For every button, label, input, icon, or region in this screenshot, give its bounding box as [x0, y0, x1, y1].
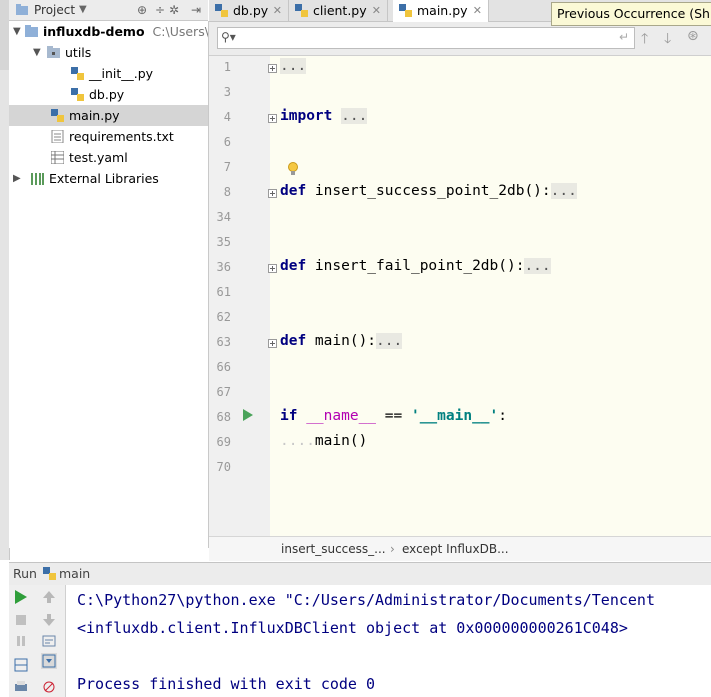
chevron-down-icon[interactable]: ▼: [13, 21, 23, 42]
code-editor[interactable]: [270, 56, 711, 536]
project-tool-tab[interactable]: [0, 0, 9, 70]
clear-icon[interactable]: [41, 679, 57, 695]
search-icon[interactable]: ⚲▾: [221, 30, 236, 44]
breadcrumb-separator: ›: [390, 542, 395, 556]
console-line: <influxdb.client.InfluxDBClient object a…: [77, 619, 628, 637]
close-icon[interactable]: ✕: [372, 0, 381, 21]
find-all-icon[interactable]: ⊛: [687, 28, 699, 44]
structure-tool-tab[interactable]: [0, 90, 9, 160]
project-tree: ▼ influxdb-demo C:\Users\A ▼ utils __init…: [9, 21, 209, 548]
print-icon[interactable]: [13, 679, 29, 695]
previous-occurrence-icon[interactable]: 🡑: [641, 28, 648, 52]
search-box: ⚲▾ ↵: [217, 27, 635, 49]
python-file-icon: [51, 109, 64, 122]
project-path: C:\Users\A: [152, 24, 208, 39]
rerun-icon[interactable]: [13, 589, 29, 605]
tree-item-influxdb-demo[interactable]: ▼ influxdb-demo C:\Users\A: [9, 21, 208, 42]
tab-label: db.py: [233, 3, 269, 18]
editor-gutter: [209, 56, 270, 536]
close-icon[interactable]: ✕: [273, 0, 282, 21]
chevron-down-icon[interactable]: ▼: [79, 4, 87, 15]
hide-icon[interactable]: ⇥: [191, 3, 201, 17]
library-icon: [31, 173, 44, 185]
tab-main-py[interactable]: main.py ✕: [393, 0, 489, 22]
python-file-icon: [43, 567, 56, 580]
newline-icon[interactable]: ↵: [619, 30, 629, 44]
soft-wrap-icon[interactable]: [41, 633, 57, 649]
tab-client-py[interactable]: client.py ✕: [289, 0, 388, 21]
breadcrumb: insert_success_... › except InfluxDB...: [209, 536, 711, 561]
tree-item-label: db.py: [89, 87, 125, 102]
tab-label: main.py: [417, 3, 468, 18]
tree-item-label: test.yaml: [69, 150, 128, 165]
text-file-icon: [51, 130, 64, 143]
find-bar: ⚲▾ ↵ 🡑 🡓 ⊛: [209, 22, 711, 56]
gear-icon[interactable]: ✲: [169, 3, 179, 17]
run-console-output[interactable]: C:\Python27\python.exe "C:/Users/Adminis…: [66, 585, 711, 697]
tree-item-init-py[interactable]: __init__.py: [9, 63, 208, 84]
python-file-icon: [295, 4, 308, 17]
python-file-icon: [71, 88, 84, 101]
tree-item-label: requirements.txt: [69, 129, 174, 144]
run-toolbar: [9, 585, 66, 697]
run-gutter-icon[interactable]: [243, 409, 253, 421]
tree-item-db-py[interactable]: db.py: [9, 84, 208, 105]
stop-icon[interactable]: [13, 612, 29, 628]
tree-item-external-libraries[interactable]: ▶ External Libraries: [9, 168, 208, 189]
up-arrow-icon[interactable]: [41, 589, 57, 605]
folder-icon: [25, 25, 38, 37]
python-file-icon: [215, 4, 228, 17]
chevron-right-icon[interactable]: ▶: [13, 168, 23, 189]
python-file-icon: [71, 67, 84, 80]
pause-icon[interactable]: [13, 633, 29, 649]
close-icon[interactable]: ✕: [473, 0, 482, 21]
tree-item-utils[interactable]: ▼ utils: [9, 42, 208, 63]
breadcrumb-item[interactable]: except InfluxDB...: [402, 542, 509, 556]
console-line: C:\Python27\python.exe "C:/Users/Adminis…: [77, 591, 655, 609]
next-occurrence-icon[interactable]: 🡓: [664, 28, 671, 52]
tree-item-label: __init__.py: [89, 66, 154, 81]
chevron-down-icon[interactable]: ▼: [33, 42, 43, 63]
tab-label: client.py: [313, 3, 367, 18]
folder-icon: [16, 4, 28, 15]
project-panel-header: Project ▼ ⊕ ÷ ✲ ⇥: [9, 0, 208, 21]
tab-db-py[interactable]: db.py ✕: [209, 0, 289, 21]
tree-item-label: utils: [65, 45, 92, 60]
console-line: Process finished with exit code 0: [77, 675, 376, 693]
breadcrumb-item[interactable]: insert_success_...: [281, 542, 386, 556]
package-folder-icon: [47, 46, 60, 58]
tree-item-label: External Libraries: [49, 171, 159, 186]
sync-icon[interactable]: ⊕: [137, 3, 147, 17]
tree-item-requirements-txt[interactable]: requirements.txt: [9, 126, 208, 147]
python-file-icon: [399, 4, 412, 17]
run-panel-header: Run main: [9, 562, 711, 586]
lightbulb-icon[interactable]: [287, 162, 299, 176]
search-input[interactable]: [248, 29, 612, 49]
yaml-file-icon: [51, 151, 64, 164]
layout-icon[interactable]: [13, 657, 29, 673]
tooltip: Previous Occurrence (Shift+: [551, 2, 711, 26]
tree-item-label: main.py: [69, 108, 120, 123]
tree-item-main-py[interactable]: main.py: [9, 105, 208, 126]
run-panel-title[interactable]: Run: [13, 566, 37, 581]
down-arrow-icon[interactable]: [41, 612, 57, 628]
collapse-icon[interactable]: ÷: [155, 3, 165, 17]
project-panel-title[interactable]: Project: [34, 3, 75, 17]
scroll-to-end-icon[interactable]: [41, 653, 57, 669]
tree-item-test-yaml[interactable]: test.yaml: [9, 147, 208, 168]
run-config-name[interactable]: main: [59, 566, 90, 581]
tree-item-label: influxdb-demo: [43, 24, 145, 39]
